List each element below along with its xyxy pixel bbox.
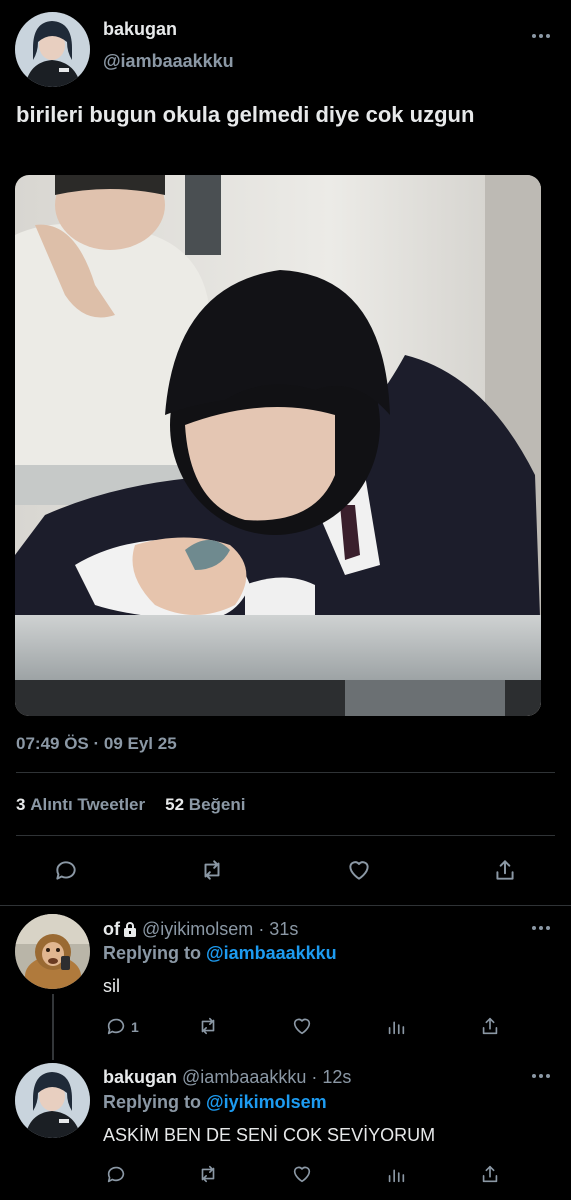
retweet-icon[interactable] xyxy=(193,1159,223,1189)
tweet-stats: 3 Alıntı Tweetler 52 Beğeni xyxy=(16,795,245,815)
reply-text: ASKİM BEN DE SENİ COK SEVİYORUM xyxy=(103,1125,436,1145)
quote-label: Alıntı Tweetler xyxy=(30,795,146,814)
replying-to-handle[interactable]: @iambaaakkku xyxy=(206,943,337,963)
like-count: 52 xyxy=(165,795,185,814)
lock-icon xyxy=(123,921,137,942)
more-icon[interactable] xyxy=(529,30,553,42)
avatar[interactable] xyxy=(15,914,90,989)
reply-text: sil xyxy=(103,976,120,996)
reply-time[interactable]: · 12s xyxy=(311,1067,351,1087)
avatar-image xyxy=(15,12,90,87)
divider xyxy=(0,905,571,906)
heart-icon[interactable] xyxy=(344,855,374,885)
share-icon[interactable] xyxy=(490,855,520,885)
avatar-image xyxy=(15,914,90,989)
display-name[interactable]: bakugan xyxy=(103,1067,177,1087)
avatar[interactable] xyxy=(15,12,90,87)
retweet-icon[interactable] xyxy=(197,855,227,885)
divider xyxy=(16,772,555,773)
likes-stat[interactable]: 52 Beğeni xyxy=(165,795,245,815)
heart-icon[interactable] xyxy=(287,1011,317,1041)
reply-icon[interactable] xyxy=(51,855,81,885)
analytics-icon[interactable] xyxy=(381,1159,411,1189)
handle[interactable]: @iambaaakkku xyxy=(182,1067,306,1087)
replying-prefix: Replying to xyxy=(103,943,201,963)
more-icon[interactable] xyxy=(529,1070,553,1082)
replying-to: Replying to @iyikimolsem xyxy=(103,1092,327,1113)
replying-to: Replying to @iambaaakkku xyxy=(103,943,337,964)
reply-header: of @iyikimolsem · 31s xyxy=(103,919,298,942)
reply-count: 1 xyxy=(131,1019,139,1035)
replying-prefix: Replying to xyxy=(103,1092,201,1112)
reply-icon[interactable] xyxy=(101,1011,131,1041)
display-name[interactable]: of xyxy=(103,919,120,939)
quote-tweets-stat[interactable]: 3 Alıntı Tweetler xyxy=(16,795,145,815)
share-icon[interactable] xyxy=(475,1159,505,1189)
tweet-text: birileri bugun okula gelmedi diye cok uz… xyxy=(16,102,475,127)
reply-time[interactable]: · 31s xyxy=(258,919,298,939)
heart-icon[interactable] xyxy=(287,1159,317,1189)
avatar[interactable] xyxy=(15,1063,90,1138)
photo-image xyxy=(15,175,541,716)
tweet-timestamp[interactable]: 07:49 ÖS · 09 Eyl 25 xyxy=(16,734,177,754)
share-icon[interactable] xyxy=(475,1011,505,1041)
thread-line xyxy=(52,994,54,1060)
reply-header: bakugan @iambaaakkku · 12s xyxy=(103,1067,351,1088)
reply-icon[interactable] xyxy=(101,1159,131,1189)
analytics-icon[interactable] xyxy=(381,1011,411,1041)
display-name[interactable]: bakugan xyxy=(103,19,177,40)
quote-count: 3 xyxy=(16,795,26,814)
tweet-photo[interactable] xyxy=(15,175,541,716)
retweet-icon[interactable] xyxy=(193,1011,223,1041)
divider xyxy=(16,835,555,836)
replying-to-handle[interactable]: @iyikimolsem xyxy=(206,1092,327,1112)
more-icon[interactable] xyxy=(529,922,553,934)
like-label: Beğeni xyxy=(188,795,246,814)
handle[interactable]: @iambaaakkku xyxy=(103,51,234,72)
avatar-image xyxy=(15,1063,90,1138)
handle[interactable]: @iyikimolsem xyxy=(142,919,253,939)
